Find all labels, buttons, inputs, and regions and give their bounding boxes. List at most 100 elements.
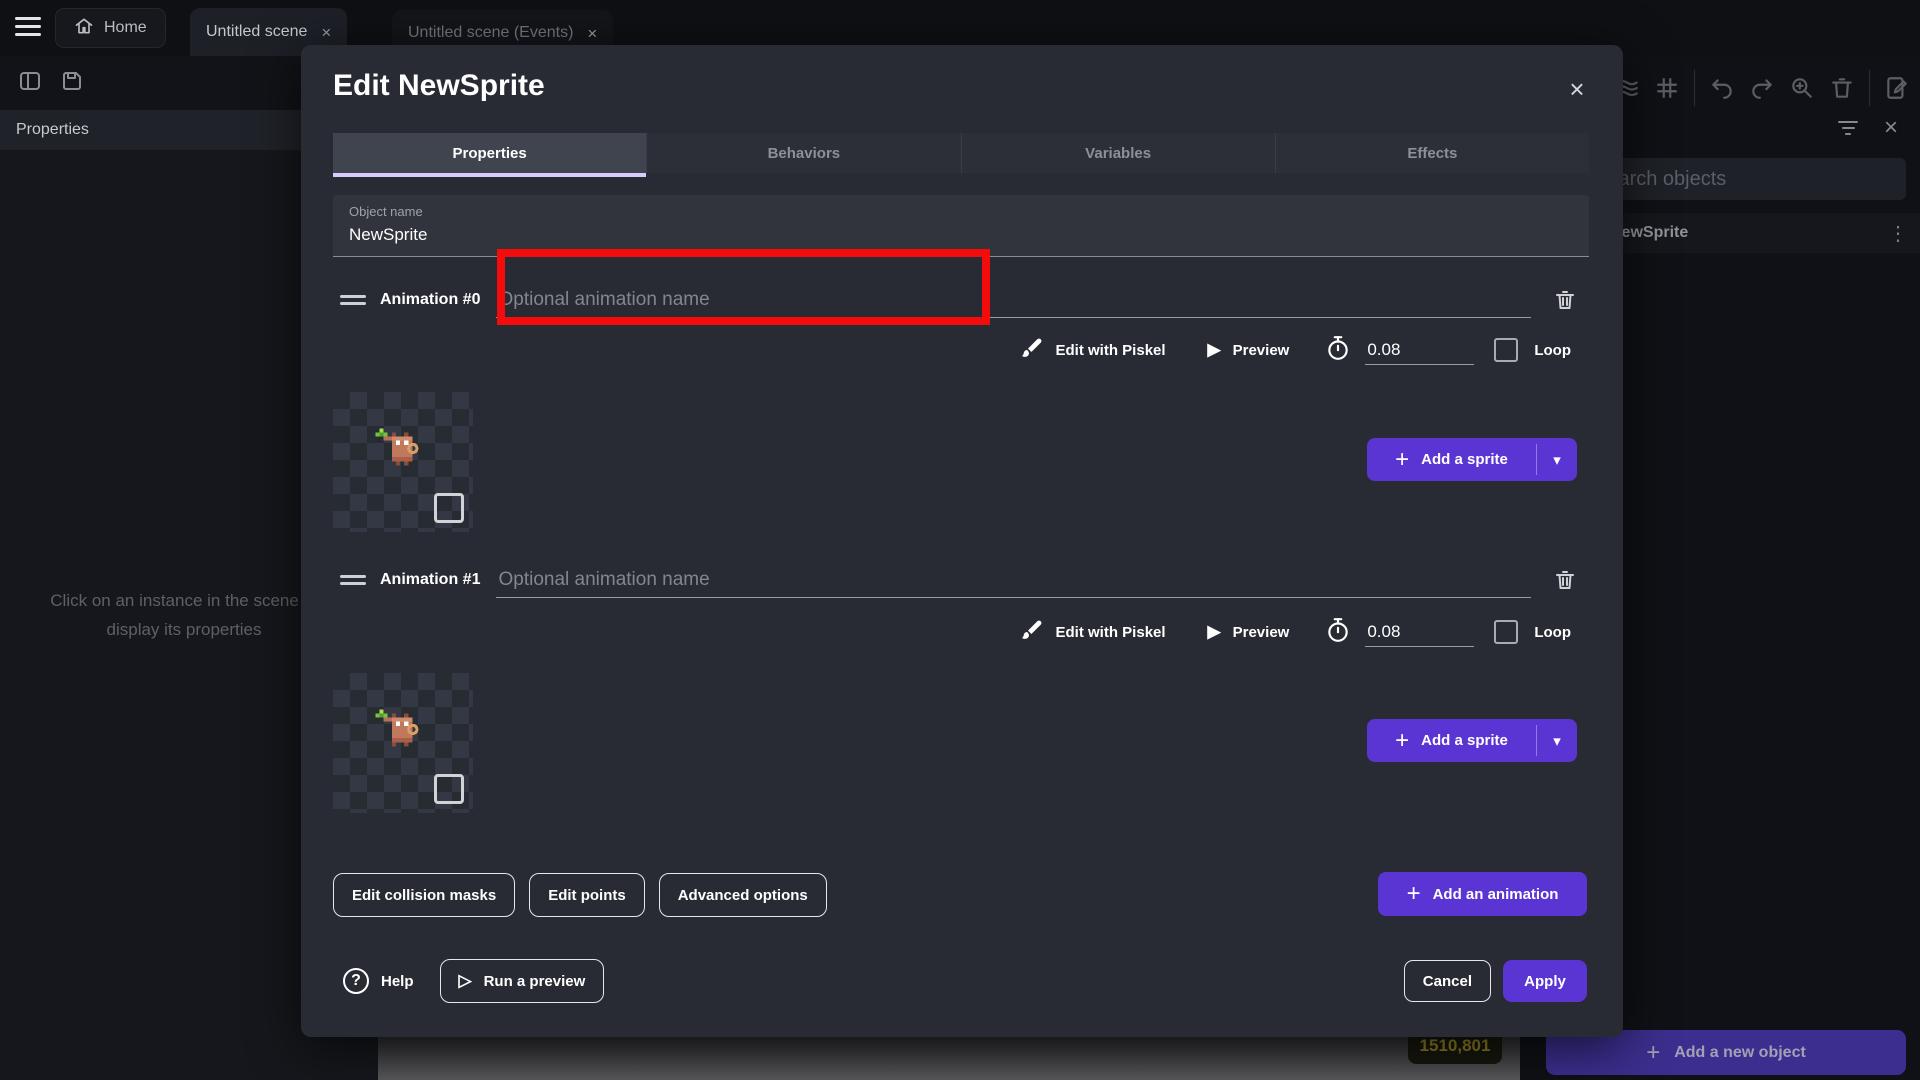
drag-handle-icon[interactable]: [340, 291, 366, 309]
tab-behaviors[interactable]: Behaviors: [646, 133, 960, 173]
animation-1-sprite-thumbnail[interactable]: [333, 673, 473, 813]
animation-0-name-input[interactable]: [496, 283, 1531, 318]
edit-with-piskel-button[interactable]: Edit with Piskel: [1020, 618, 1166, 646]
close-panel-icon[interactable]: ×: [1884, 114, 1898, 142]
plus-icon: +: [1395, 446, 1409, 474]
gdevelop-app: Home Untitled scene × Untitled scene (Ev…: [0, 0, 1920, 1080]
search-objects-input[interactable]: [1580, 158, 1906, 200]
pig-sprite-image: [367, 701, 433, 767]
preview-label: Preview: [1233, 342, 1290, 359]
play-icon: ▶: [1208, 340, 1221, 360]
run-a-preview-button[interactable]: ▷ Run a preview: [440, 959, 605, 1003]
add-a-sprite-label: Add a sprite: [1421, 732, 1508, 749]
brush-icon: [1020, 618, 1044, 646]
help-icon: ?: [343, 968, 369, 994]
tab-variables[interactable]: Variables: [961, 133, 1275, 173]
edit-points-button[interactable]: Edit points: [529, 873, 645, 917]
sprite-select-checkbox[interactable]: [434, 493, 464, 523]
scene-canvas-edge[interactable]: [378, 1037, 1520, 1080]
cancel-button[interactable]: Cancel: [1404, 960, 1491, 1002]
edit-scene-properties-icon[interactable]: [1884, 75, 1910, 101]
tab-effects[interactable]: Effects: [1275, 133, 1589, 173]
loop-checkbox[interactable]: [1494, 620, 1518, 644]
chevron-down-icon[interactable]: ▾: [1537, 438, 1577, 481]
close-icon[interactable]: ×: [587, 25, 597, 42]
main-menu-icon[interactable]: [15, 17, 41, 39]
animation-1-row: Animation #1: [333, 555, 1583, 605]
time-between-frames-input[interactable]: [1365, 618, 1474, 647]
loop-label: Loop: [1534, 624, 1571, 641]
add-a-sprite-label: Add a sprite: [1421, 451, 1508, 468]
dialog-title: Edit NewSprite: [333, 69, 545, 103]
edit-newsprite-dialog: Edit NewSprite × Properties Behaviors Va…: [301, 45, 1623, 1037]
animation-0-sprite-thumbnail[interactable]: [333, 392, 473, 532]
zoom-in-icon[interactable]: [1789, 75, 1815, 101]
edit-collision-masks-button[interactable]: Edit collision masks: [333, 873, 515, 917]
preview-button[interactable]: ▶ Preview: [1208, 340, 1290, 360]
animation-1-name-input[interactable]: [496, 563, 1531, 598]
plus-icon: +: [1646, 1039, 1660, 1067]
plus-icon: +: [1407, 880, 1421, 908]
cursor-coordinates-value: 1510,801: [1420, 1036, 1491, 1056]
trash-icon[interactable]: [1829, 75, 1855, 101]
close-icon[interactable]: ×: [321, 24, 331, 41]
add-new-object-label: Add a new object: [1674, 1044, 1806, 1062]
drag-handle-icon[interactable]: [340, 571, 366, 589]
time-between-frames-input[interactable]: [1365, 336, 1474, 365]
loop-checkbox[interactable]: [1494, 338, 1518, 362]
apply-button[interactable]: Apply: [1503, 960, 1587, 1002]
preview-label: Preview: [1233, 624, 1290, 641]
dialog-secondary-actions: Edit collision masks Edit points Advance…: [333, 873, 827, 917]
brush-icon: [1020, 336, 1044, 364]
close-dialog-icon[interactable]: ×: [1559, 71, 1595, 107]
tab-properties[interactable]: Properties: [333, 133, 646, 173]
play-icon: ▶: [1208, 622, 1221, 642]
sprite-select-checkbox[interactable]: [434, 774, 464, 804]
tab-home-label: Home: [104, 19, 147, 37]
toolbar-divider: [1869, 70, 1870, 106]
animation-0-tools-row: Edit with Piskel ▶ Preview Loop: [333, 328, 1571, 372]
edit-with-piskel-label: Edit with Piskel: [1056, 342, 1166, 359]
objects-panel-header-icons: ×: [1838, 114, 1898, 142]
home-icon: [74, 16, 94, 41]
tab-home[interactable]: Home: [55, 8, 166, 48]
scene-toolbar-icons: [1614, 66, 1910, 110]
panels-layout-icon[interactable]: [18, 69, 42, 98]
run-a-preview-label: Run a preview: [484, 973, 586, 990]
kebab-menu-icon[interactable]: ⋮: [1888, 221, 1908, 246]
dialog-footer: ? Help ▷ Run a preview Cancel Apply: [333, 959, 1587, 1003]
chevron-down-icon[interactable]: ▾: [1537, 719, 1577, 762]
timer-icon: [1325, 617, 1351, 648]
redo-icon[interactable]: [1749, 75, 1775, 101]
delete-animation-icon[interactable]: [1547, 562, 1583, 598]
add-an-animation-label: Add an animation: [1433, 886, 1559, 903]
animation-1-label: Animation #1: [380, 571, 480, 589]
add-an-animation-button[interactable]: + Add an animation: [1378, 872, 1587, 916]
pig-sprite-image: [367, 420, 433, 486]
advanced-options-button[interactable]: Advanced options: [659, 873, 827, 917]
animation-1-tools-row: Edit with Piskel ▶ Preview Loop: [333, 610, 1571, 654]
grid-icon[interactable]: [1654, 75, 1680, 101]
animation-0-label: Animation #0: [380, 291, 480, 309]
object-name-value: NewSprite: [349, 225, 1573, 245]
help-label: Help: [381, 973, 414, 990]
toolbar-divider: [1694, 70, 1695, 106]
object-name-field[interactable]: Object name NewSprite: [333, 195, 1589, 257]
edit-with-piskel-button[interactable]: Edit with Piskel: [1020, 336, 1166, 364]
filter-icon[interactable]: [1838, 121, 1858, 135]
help-button[interactable]: ? Help: [343, 968, 414, 994]
add-a-sprite-button[interactable]: + Add a sprite ▾: [1367, 719, 1577, 762]
undo-icon[interactable]: [1709, 75, 1735, 101]
delete-animation-icon[interactable]: [1547, 282, 1583, 318]
play-outline-icon: ▷: [459, 971, 472, 991]
loop-label: Loop: [1534, 342, 1571, 359]
preview-button[interactable]: ▶ Preview: [1208, 622, 1290, 642]
properties-panel-title: Properties: [16, 121, 89, 139]
add-a-sprite-button[interactable]: + Add a sprite ▾: [1367, 438, 1577, 481]
animation-0-row: Animation #0: [333, 275, 1583, 325]
save-icon[interactable]: [60, 69, 84, 98]
timer-icon: [1325, 335, 1351, 366]
edit-with-piskel-label: Edit with Piskel: [1056, 624, 1166, 641]
tab-events-label: Untitled scene (Events): [408, 24, 573, 42]
plus-icon: +: [1395, 727, 1409, 755]
